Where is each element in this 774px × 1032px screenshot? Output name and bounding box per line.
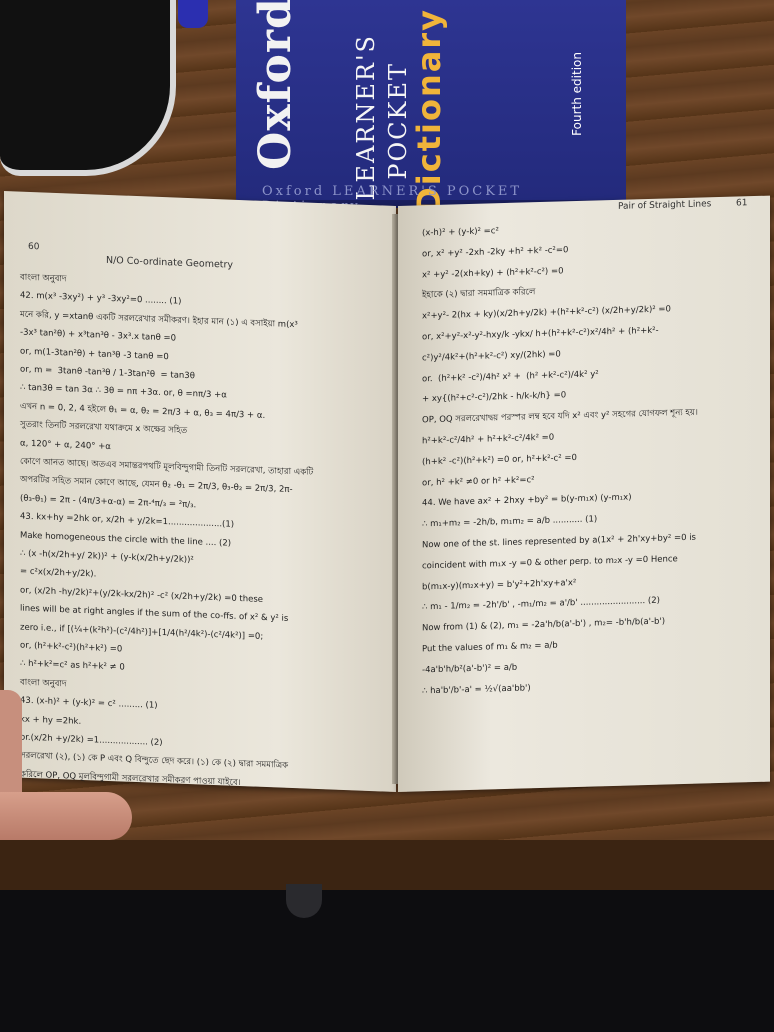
text-line: সুতরাং তিনটি সরলরেখা যথাক্রমে x অক্ষের স… [20, 419, 188, 437]
text-line: বাংলা অনুবাদ [20, 677, 67, 690]
text-line: -3x³ tan²θ) + x³tan³θ - 3x³.x tanθ =0 [20, 327, 177, 344]
text-line: (x-h)² + (y-k)² =c² [422, 226, 499, 239]
right-page: 61 Pair of Straight Lines (x-h)² + (y-k)… [398, 195, 770, 792]
text-line: x² +y² -2(xh+ky) + (h²+k²-c²) =0 [422, 265, 564, 280]
text-line: করিলে OP, OQ মূলবিন্দুগামী সরলরেখার সমীক… [20, 769, 241, 788]
text-line: OP, OQ সরলরেখাদ্বয় পরস্পর লম্ব হবে যদি … [422, 407, 698, 426]
text-line: ∴ m₁ - 1/m₂ = -2h'/b' , -m₁/m₂ = a'/b' .… [422, 596, 660, 613]
text-line: 43. kx+hy =2hk or, x/2h + y/2k=1........… [20, 511, 235, 530]
text-line: = c²x(x/2h+y/2k). [20, 566, 97, 580]
finger [0, 792, 132, 840]
text-line: (h+k² -c²)(h²+k²) =0 or, h²+k²-c² =0 [422, 452, 577, 468]
right-running-head: Pair of Straight Lines [618, 199, 712, 212]
dictionary-edition: Fourth edition [570, 52, 584, 136]
text-line: Now one of the st. lines represented by … [422, 532, 696, 551]
text-line: Put the values of m₁ & m₂ = a/b [422, 640, 558, 655]
text-line: coincident with m₁x -y =0 & other perp. … [422, 553, 678, 572]
mug [0, 0, 176, 176]
text-line: c²)y²/4k²+(h²+k²-c²) xy/(2hk) =0 [422, 349, 561, 364]
text-line: or, m(1-3tan²θ) + tan³θ -3 tanθ =0 [20, 346, 169, 362]
text-line: kx + hy =2hk. [20, 714, 82, 727]
left-running-head: N/O Co-ordinate Geometry [106, 254, 234, 271]
text-line: or, x² +y² -2xh -2ky +h² +k² -c²=0 [422, 245, 569, 260]
text-line: -4a'b'h/b²(a'-b')² = a/b [422, 662, 518, 676]
text-line: h²+k²-c²/4h² + h²+k²-c²/4k² =0 [422, 432, 555, 447]
dictionary-brand: Oxford [250, 0, 301, 170]
text-line: Now from (1) & (2), m₁ = -2a'h/b(a'-b') … [422, 616, 666, 634]
dark-floor [0, 890, 774, 1032]
text-line: ∴ m₁+m₂ = -2h/b, m₁m₂ = a/b ........... … [422, 514, 598, 530]
text-line: ∴ h²+k²=c² as h²+k² ≠ 0 [20, 658, 125, 673]
text-line: x²+y²- 2(hx + ky)(x/2h+y/2k) +(h²+k²-c²)… [422, 304, 671, 322]
text-line: 43. (x-h)² + (y-k)² = c² ......... (1) [20, 695, 158, 712]
text-line: ∴ tan3θ = tan 3α ∴ 3θ = nπ +3α. or, θ =n… [20, 382, 227, 401]
dictionary-spine: Oxford LEARNER'S POCKET Dictionary [262, 184, 523, 214]
text-line: or, (h²+k²-c²)(h²+k²) =0 [20, 640, 123, 655]
text-line: 44. We have ax² + 2hxy +by² = b(y-m₁x) (… [422, 492, 632, 509]
text-line: ইহাকে (২) দ্বারা সমমাত্রিক করিলে [422, 287, 536, 301]
text-line: ∴ ha'b'/b'-a' = ½√(aa'bb') [422, 682, 531, 696]
text-line: b(m₁x-y)(m₂x+y) = b'y²+2h'xy+a'x² [422, 577, 577, 592]
text-line: + xy{(h²+c²-c²)/2hk - h/k-k/h} =0 [422, 390, 567, 405]
text-line: ∴ (x -h(x/2h+y/ 2k))² + (y-k(x/2h+y/2k))… [20, 548, 194, 566]
left-page-number: 60 [28, 241, 40, 253]
photo-scene: Oxford LEARNER'S POCKET Dictionary Fourt… [0, 0, 774, 1032]
text-line: 42. m(x³ -3xy²) + y³ -3xy²=0 ........ (1… [20, 290, 182, 308]
left-page: 60 N/O Co-ordinate Geometry বাংলা অনুবাদ… [4, 190, 396, 793]
dictionary-title-line3: Dictionary [410, 8, 448, 214]
text-line: zero i.e., if [(¼+(k²h²)-(c²/4h²)]+[1/4(… [20, 622, 264, 642]
text-line: or, m = 3tanθ -tan³θ / 1-3tan²θ = tan3θ [20, 364, 195, 382]
text-line: বাংলা অনুবাদ [20, 272, 67, 285]
text-line: or.(x/2h +y/2k) =1.................. (2) [20, 732, 163, 749]
text-line: α, 120° + α, 240° +α [20, 438, 111, 452]
text-line: (θ₃-θ₁) = 2π - (4π/3+α-α) = 2π-⁴π/₃ = ²π… [20, 493, 197, 511]
dictionary-title-line1: LEARNER'S [352, 34, 380, 201]
text-line: or, h² +k² ≠0 or h² +k²=c² [422, 474, 535, 488]
open-book: 60 N/O Co-ordinate Geometry বাংলা অনুবাদ… [4, 190, 770, 793]
right-page-number: 61 [736, 198, 748, 209]
text-line: Make homogeneous the circle with the lin… [20, 530, 232, 549]
dictionary-title-line2: POCKET [384, 62, 412, 180]
blue-pen [178, 0, 208, 28]
text-line: or. (h²+k² -c²)/4h² x² + (h² +k²-c²)/4k²… [422, 368, 599, 384]
text-line: or, x²+y²-x²-y²-hxy/k -ykx/ h+(h²+k²-c²)… [422, 325, 659, 343]
